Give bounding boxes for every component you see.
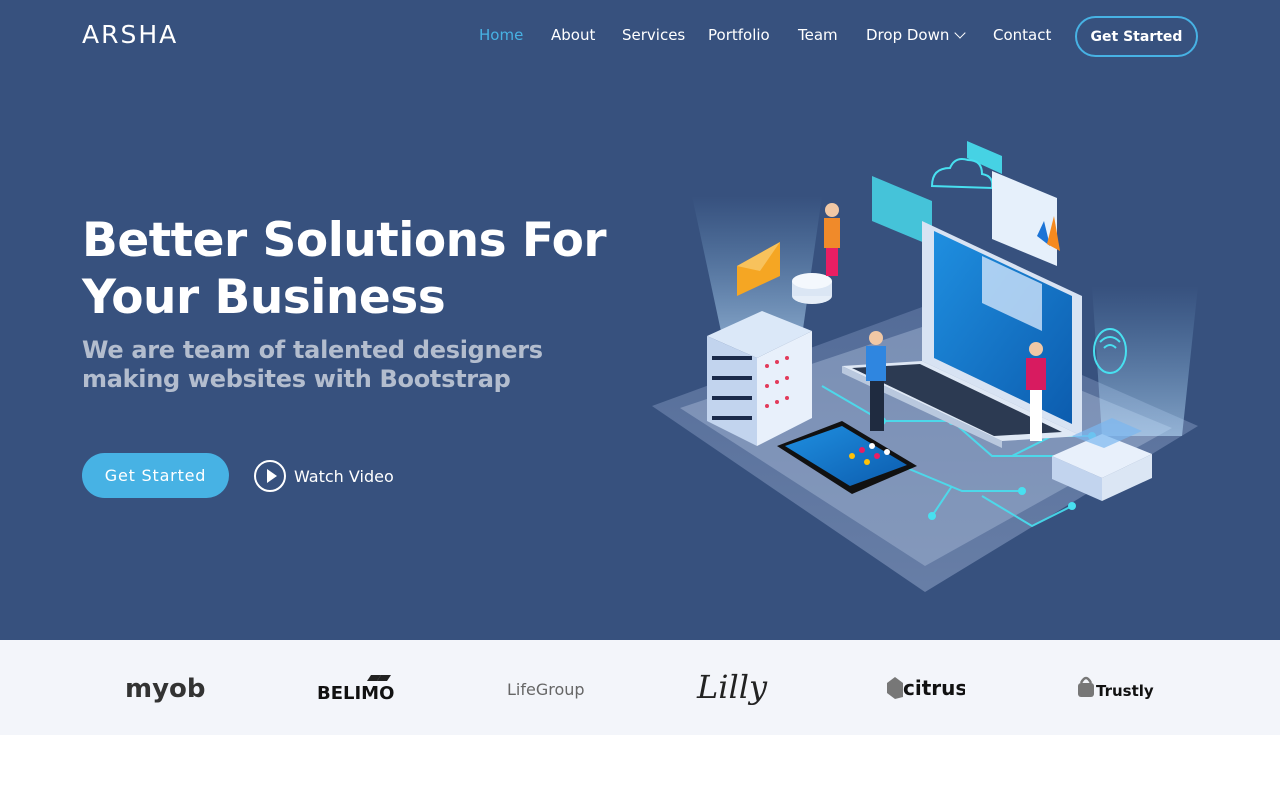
client-logo-lifegroups: LifeGroups — [485, 640, 605, 735]
svg-text:citrus: citrus — [903, 676, 965, 700]
chart-panel — [992, 171, 1060, 266]
hero-illustration — [652, 141, 1198, 592]
header-get-started-button[interactable]: Get Started — [1075, 16, 1198, 57]
svg-text:BELIMO: BELIMO — [317, 683, 394, 704]
nav-item-services[interactable]: Services — [622, 26, 685, 44]
hero-section: ARSHA Home About Services Portfolio Team… — [0, 0, 1280, 640]
hero-title-line-1: Better Solutions For — [82, 213, 607, 268]
nav-item-contact[interactable]: Contact — [993, 26, 1051, 44]
nav-item-home[interactable]: Home — [479, 26, 523, 44]
svg-text:myob: myob — [125, 674, 205, 704]
hero-title-line-2: Your Business — [82, 270, 446, 325]
svg-text:Trustly: Trustly — [1096, 682, 1154, 700]
watch-video-link[interactable]: Watch Video — [254, 460, 394, 492]
watch-video-label: Watch Video — [294, 466, 394, 486]
nav-item-dropdown[interactable]: Drop Down — [866, 26, 967, 44]
server-tower-left — [707, 311, 812, 446]
client-logo-trustly: Trustly — [1055, 640, 1175, 735]
svg-text:LifeGroups: LifeGroups — [507, 680, 585, 699]
client-logo-citrus: citrus — [865, 640, 985, 735]
client-logo-lilly: Lilly — [675, 640, 795, 735]
play-icon — [254, 460, 286, 492]
nav-item-portfolio[interactable]: Portfolio — [708, 26, 770, 44]
main-nav: Home About Services Portfolio Team Drop … — [0, 0, 1280, 72]
client-logo-myob: myob — [105, 640, 225, 735]
hero-title: Better Solutions For Your Business — [82, 212, 642, 326]
client-logo-belimo: BELIMO — [295, 640, 415, 735]
nav-item-team[interactable]: Team — [798, 26, 838, 44]
nav-item-about[interactable]: About — [551, 26, 595, 44]
hero-subtitle: We are team of talented designers making… — [82, 336, 543, 393]
clients-section: myob BELIMO LifeGroups Lilly citrus Trus… — [0, 640, 1280, 735]
hero-get-started-button[interactable]: Get Started — [82, 453, 229, 498]
chevron-down-icon — [954, 27, 967, 39]
nav-item-dropdown-label: Drop Down — [866, 26, 950, 44]
svg-text:Lilly: Lilly — [696, 668, 768, 706]
